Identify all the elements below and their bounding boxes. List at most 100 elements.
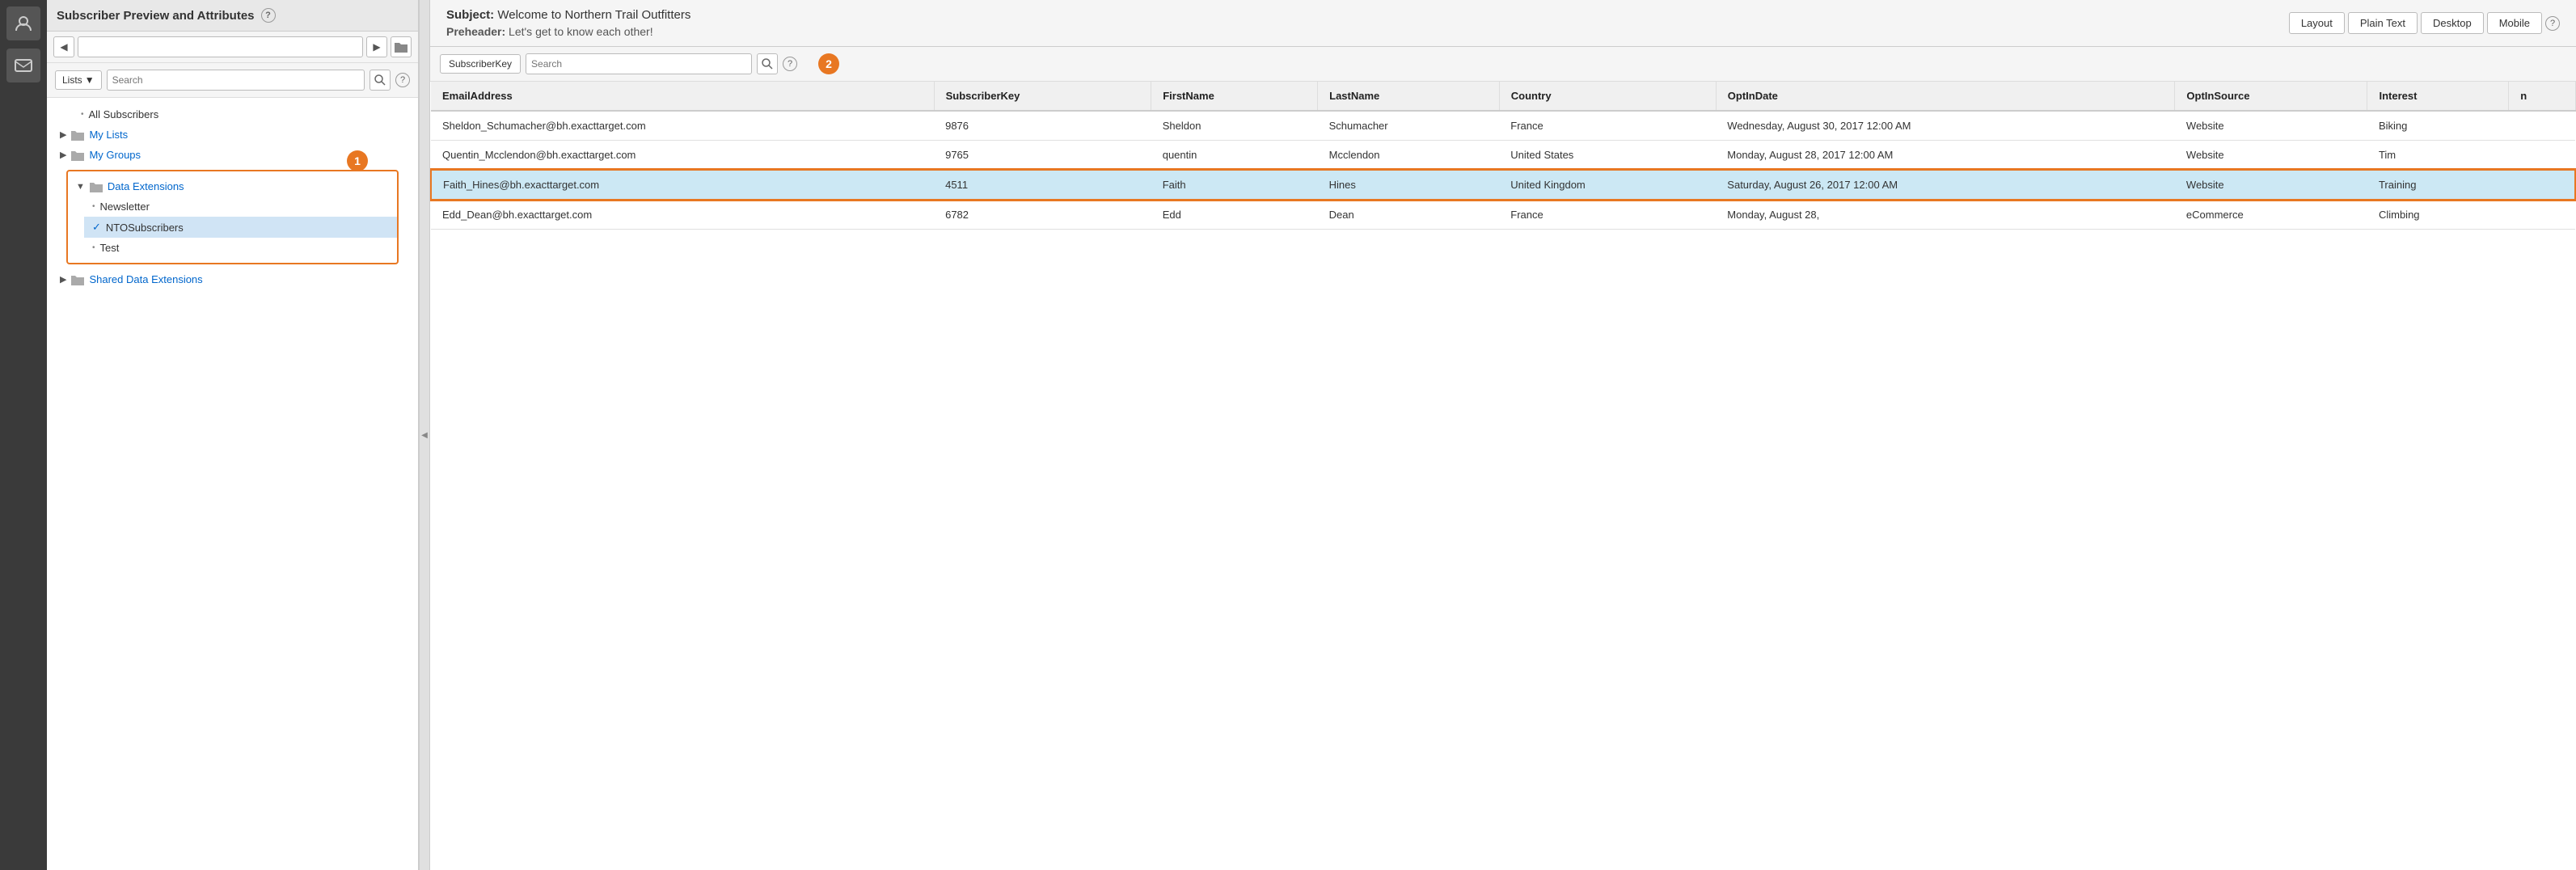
col-interest: Interest: [2367, 82, 2509, 111]
nav-bar: ◀ ▶: [47, 32, 418, 63]
table-cell: 9765: [934, 141, 1151, 171]
desktop-btn[interactable]: Desktop: [2421, 12, 2484, 34]
folder-icon: [71, 274, 84, 285]
subscriber-key-btn[interactable]: SubscriberKey: [440, 54, 521, 74]
table-cell: Website: [2175, 170, 2367, 200]
collapse-handle[interactable]: ◀: [419, 0, 430, 870]
nav-folder-btn[interactable]: [391, 36, 412, 57]
main-header: Subject: Welcome to Northern Trail Outfi…: [430, 0, 2576, 47]
panel-help-icon[interactable]: ?: [261, 8, 276, 23]
col-lastname: LastName: [1318, 82, 1500, 111]
col-firstname: FirstName: [1151, 82, 1318, 111]
panel-title: Subscriber Preview and Attributes: [57, 9, 255, 23]
col-email: EmailAddress: [431, 82, 934, 111]
app-container: Subscriber Preview and Attributes ? ◀ ▶ …: [0, 0, 2576, 870]
bullet-icon: •: [81, 110, 84, 119]
preheader-value: Let's get to know each other!: [509, 25, 653, 38]
nav-forward-btn[interactable]: ▶: [366, 36, 387, 57]
folder-open-icon: [90, 181, 103, 192]
tree-item-label: All Subscribers: [89, 108, 159, 120]
table-cell: Sheldon_Schumacher@bh.exacttarget.com: [431, 111, 934, 141]
side-icons-panel: [0, 0, 47, 870]
de-children: • Newsletter ✓ NTOSubscribers • Test: [68, 196, 397, 258]
table-cell: 9876: [934, 111, 1151, 141]
folder-icon: [71, 129, 84, 141]
arrow-down-icon: ▼: [76, 182, 85, 192]
tree-item-label: Newsletter: [100, 201, 150, 213]
table-cell: Website: [2175, 111, 2367, 141]
table-cell: quentin: [1151, 141, 1318, 171]
main-area: Subject: Welcome to Northern Trail Outfi…: [430, 0, 2576, 870]
table-row[interactable]: Quentin_Mcclendon@bh.exacttarget.com9765…: [431, 141, 2575, 171]
nav-path-input[interactable]: [78, 36, 363, 57]
user-icon-btn[interactable]: [6, 6, 40, 40]
col-optindate: OptInDate: [1716, 82, 2175, 111]
table-row[interactable]: Sheldon_Schumacher@bh.exacttarget.com987…: [431, 111, 2575, 141]
device-group: Desktop Mobile: [2421, 12, 2542, 34]
table-cell: [2509, 200, 2575, 230]
tree-item-nto-subscribers[interactable]: ✓ NTOSubscribers: [84, 217, 397, 238]
tree-item-shared-data-extensions[interactable]: ▶ Shared Data Extensions: [47, 269, 418, 289]
view-buttons: Layout Plain Text Desktop Mobile ?: [2289, 12, 2560, 34]
tree-item-my-lists[interactable]: ▶ My Lists: [47, 125, 418, 145]
tree-item-label: My Groups: [89, 149, 141, 161]
table-cell: Monday, August 28,: [1716, 200, 2175, 230]
table-cell: 4511: [934, 170, 1151, 200]
search-input[interactable]: [107, 70, 365, 91]
table-cell: eCommerce: [2175, 200, 2367, 230]
table-row[interactable]: Faith_Hines@bh.exacttarget.com4511FaithH…: [431, 170, 2575, 200]
preheader-line: Preheader: Let's get to know each other!: [446, 25, 2289, 38]
col-n: n: [2509, 82, 2575, 111]
tree-item-label: Test: [100, 242, 120, 254]
table-cell: Quentin_Mcclendon@bh.exacttarget.com: [431, 141, 934, 171]
sub-search-btn[interactable]: [757, 53, 778, 74]
tree-item-test[interactable]: • Test: [84, 238, 397, 258]
table-header-row: EmailAddress SubscriberKey FirstName Las…: [431, 82, 2575, 111]
tree-item-data-extensions[interactable]: ▼ Data Extensions: [68, 176, 397, 196]
table-cell: Monday, August 28, 2017 12:00 AM: [1716, 141, 2175, 171]
table-cell: Training: [2367, 170, 2509, 200]
sub-search-bar: SubscriberKey ? 2: [430, 47, 2576, 82]
search-btn[interactable]: [370, 70, 391, 91]
main-help-icon[interactable]: ?: [2545, 16, 2560, 31]
subject-area: Subject: Welcome to Northern Trail Outfi…: [446, 8, 2289, 38]
table-cell: Dean: [1318, 200, 1500, 230]
col-key: SubscriberKey: [934, 82, 1151, 111]
layout-text-group: Layout Plain Text: [2289, 12, 2418, 34]
tree: • All Subscribers ▶ My Lists ▶ My Groups: [47, 98, 418, 870]
folder-icon: [71, 150, 84, 161]
sub-search-help-icon[interactable]: ?: [783, 57, 797, 71]
table-cell: Mcclendon: [1318, 141, 1500, 171]
table-cell: France: [1499, 200, 1716, 230]
left-panel-header: Subscriber Preview and Attributes ?: [47, 0, 418, 32]
tree-item-all-subscribers[interactable]: • All Subscribers: [47, 104, 418, 125]
col-optinsource: OptInSource: [2175, 82, 2367, 111]
tree-item-newsletter[interactable]: • Newsletter: [84, 196, 397, 217]
table-row[interactable]: Edd_Dean@bh.exacttarget.com6782EddDeanFr…: [431, 200, 2575, 230]
table-cell: Biking: [2367, 111, 2509, 141]
table-cell: Saturday, August 26, 2017 12:00 AM: [1716, 170, 2175, 200]
col-country: Country: [1499, 82, 1716, 111]
table-cell: Sheldon: [1151, 111, 1318, 141]
data-extensions-group: ▼ Data Extensions • Newsletter ✓: [66, 170, 399, 264]
subject-label: Subject:: [446, 8, 494, 22]
layout-btn[interactable]: Layout: [2289, 12, 2345, 34]
email-icon-btn[interactable]: [6, 49, 40, 82]
nav-back-btn[interactable]: ◀: [53, 36, 74, 57]
plain-text-btn[interactable]: Plain Text: [2348, 12, 2418, 34]
table-cell: Faith: [1151, 170, 1318, 200]
search-bar: Lists ▼ ?: [47, 63, 418, 98]
table-cell: United Kingdom: [1499, 170, 1716, 200]
search-help-icon[interactable]: ?: [395, 73, 410, 87]
check-icon: ✓: [92, 221, 101, 234]
badge-1: 1: [347, 150, 368, 171]
subject-value: Welcome to Northern Trail Outfitters: [497, 8, 690, 22]
table-cell: Edd_Dean@bh.exacttarget.com: [431, 200, 934, 230]
table-cell: Hines: [1318, 170, 1500, 200]
lists-dropdown-btn[interactable]: Lists ▼: [55, 70, 102, 90]
mobile-btn[interactable]: Mobile: [2487, 12, 2542, 34]
table-cell: Faith_Hines@bh.exacttarget.com: [431, 170, 934, 200]
arrow-icon: ▶: [60, 129, 66, 140]
sub-search-input[interactable]: [526, 53, 752, 74]
table-cell: Tim: [2367, 141, 2509, 171]
